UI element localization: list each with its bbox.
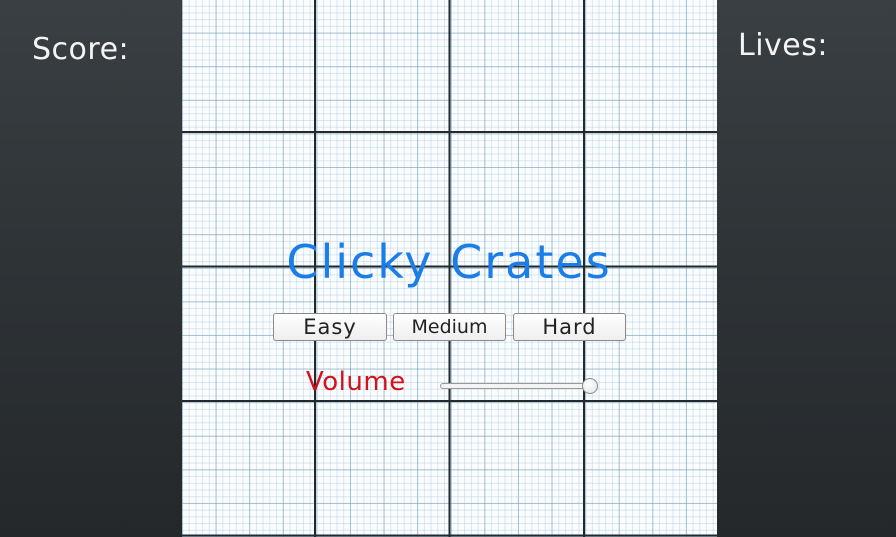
- hard-button[interactable]: Hard: [513, 313, 626, 341]
- game-title: Clicky Crates: [286, 235, 612, 289]
- volume-label: Volume: [306, 367, 406, 397]
- medium-button[interactable]: Medium: [393, 313, 506, 341]
- lives-label: Lives:: [738, 28, 828, 63]
- volume-slider[interactable]: [440, 378, 600, 396]
- left-panel: [0, 0, 182, 537]
- easy-button[interactable]: Easy: [273, 313, 387, 341]
- score-label: Score:: [32, 32, 130, 67]
- volume-slider-thumb[interactable]: [582, 378, 598, 394]
- volume-slider-track[interactable]: [440, 383, 590, 389]
- right-panel: [717, 0, 896, 537]
